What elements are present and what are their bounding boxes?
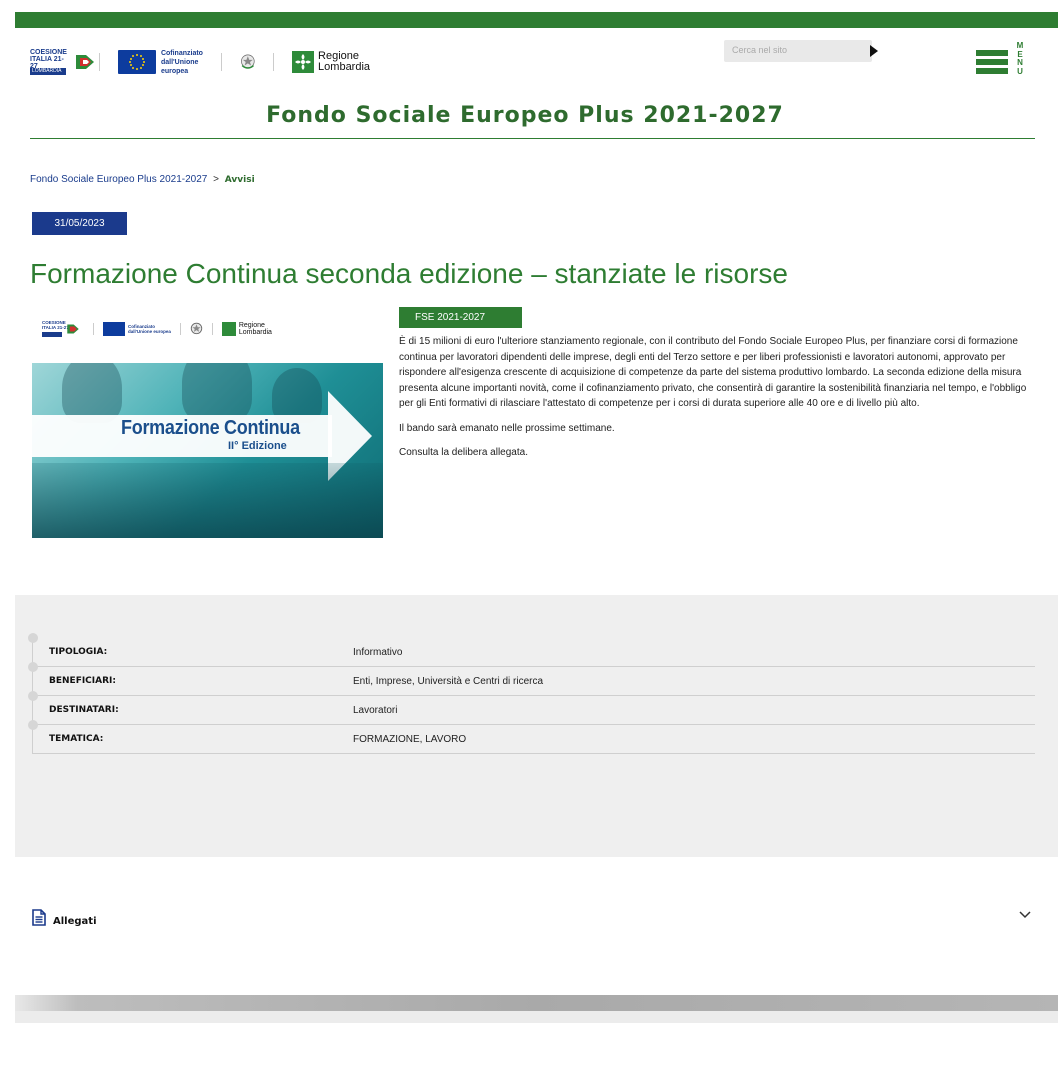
footer-strip xyxy=(15,995,1058,1011)
regione-lombardia-rose-icon xyxy=(292,51,315,73)
info-value: Informativo xyxy=(353,646,403,658)
mini-regione-logo: Regione Lombardia xyxy=(221,322,272,336)
info-row-beneficiari: BENEFICIARI: Enti, Imprese, Università e… xyxy=(28,662,1035,696)
site-title[interactable]: Fondo Sociale Europeo Plus 2021-2027 xyxy=(15,103,1035,128)
search-input[interactable]: Cerca nel sito xyxy=(724,40,872,62)
search-submit-icon[interactable] xyxy=(870,45,878,57)
info-row-tipologia: TIPOLOGIA: Informativo xyxy=(28,633,1035,667)
info-key: TIPOLOGIA xyxy=(49,647,104,657)
mini-coesione-arrow-icon xyxy=(67,324,79,334)
info-value: FORMAZIONE, LAVORO xyxy=(353,733,467,745)
breadcrumb: Fondo Sociale Europeo Plus 2021-2027 > A… xyxy=(30,174,255,185)
featured-photo: Formazione Continua II° Edizione xyxy=(32,363,383,538)
document-icon xyxy=(32,909,46,926)
header-logos: COESIONEITALIA 21-27 LOMBARDIA Cofinanz xyxy=(30,44,370,80)
page: COESIONEITALIA 21-27 LOMBARDIA Cofinanz xyxy=(15,28,1058,1071)
info-key: TEMATICA xyxy=(49,734,100,744)
featured-image: COESIONE ITALIA 21-27 Cofinanziato dall'Un… xyxy=(32,310,383,538)
info-table: TIPOLOGIA: Informativo BENEFICIARI: Enti… xyxy=(28,633,1035,754)
breadcrumb-home-link[interactable]: Fondo Sociale Europeo Plus 2021-2027 xyxy=(30,174,207,185)
coesione-italia-logo[interactable]: COESIONE ITALIA 21-27 LOMBARDIA xyxy=(30,47,94,77)
info-row-tematica: TEMATICA: FORMAZIONE, LAVORO xyxy=(28,720,1035,754)
info-value: Lavoratori xyxy=(353,704,398,716)
mini-eu-flag-icon xyxy=(103,322,125,336)
date-badge: 31/05/2023 xyxy=(32,212,127,235)
menu-label[interactable]: M E N U xyxy=(1015,41,1025,76)
info-section: TIPOLOGIA: Informativo BENEFICIARI: Enti… xyxy=(15,595,1058,857)
chevron-down-icon[interactable] xyxy=(1019,911,1031,919)
article-paragraph: È di 15 milioni di euro l'ulteriore stan… xyxy=(399,336,1027,409)
article-paragraph: Consulta la delibera allegata. xyxy=(399,447,528,458)
featured-image-logos: COESIONE ITALIA 21-27 Cofinanziato dall'Un… xyxy=(42,318,382,340)
article-body: È di 15 milioni di euro l'ulteriore stan… xyxy=(399,334,1039,470)
top-green-bar xyxy=(15,12,1058,28)
article-paragraph: Il bando sarà emanato nelle prossime set… xyxy=(399,422,615,434)
italian-republic-emblem-icon[interactable] xyxy=(240,50,256,74)
regione-lombardia-logo[interactable]: Regione Lombardia xyxy=(292,51,370,73)
breadcrumb-current[interactable]: Avvisi xyxy=(225,175,255,185)
mini-eu-logo: Cofinanziato dall'Unione europea xyxy=(103,322,171,336)
info-key: DESTINATARI xyxy=(49,705,116,715)
info-value: Enti, Imprese, Università e Centri di ri… xyxy=(353,675,544,687)
mini-coesione-logo: COESIONE ITALIA 21-27 xyxy=(42,320,84,338)
eu-cofinanziato-logo[interactable]: Cofinanziato dall'Unione europea xyxy=(117,49,203,76)
featured-image-title: Formazione Continua xyxy=(121,417,300,439)
menu-hamburger-icon[interactable] xyxy=(976,44,1010,78)
mini-regione-rose-icon xyxy=(221,322,236,336)
featured-image-subtitle: II° Edizione xyxy=(228,440,287,452)
info-row-destinatari: DESTINATARI: Lavoratori xyxy=(28,691,1035,725)
category-tag[interactable]: FSE 2021-2027 xyxy=(399,307,522,328)
title-divider xyxy=(30,138,1035,139)
attachments-toggle[interactable]: Allegati xyxy=(53,916,97,927)
info-key: BENEFICIARI xyxy=(49,676,113,686)
article-title: Formazione Continua seconda edizione – s… xyxy=(30,258,788,289)
coesione-arrow-icon xyxy=(76,55,94,69)
attachments-section: Allegati xyxy=(15,857,1058,995)
mini-emblem-icon xyxy=(190,322,203,335)
eu-flag-icon xyxy=(117,50,156,74)
